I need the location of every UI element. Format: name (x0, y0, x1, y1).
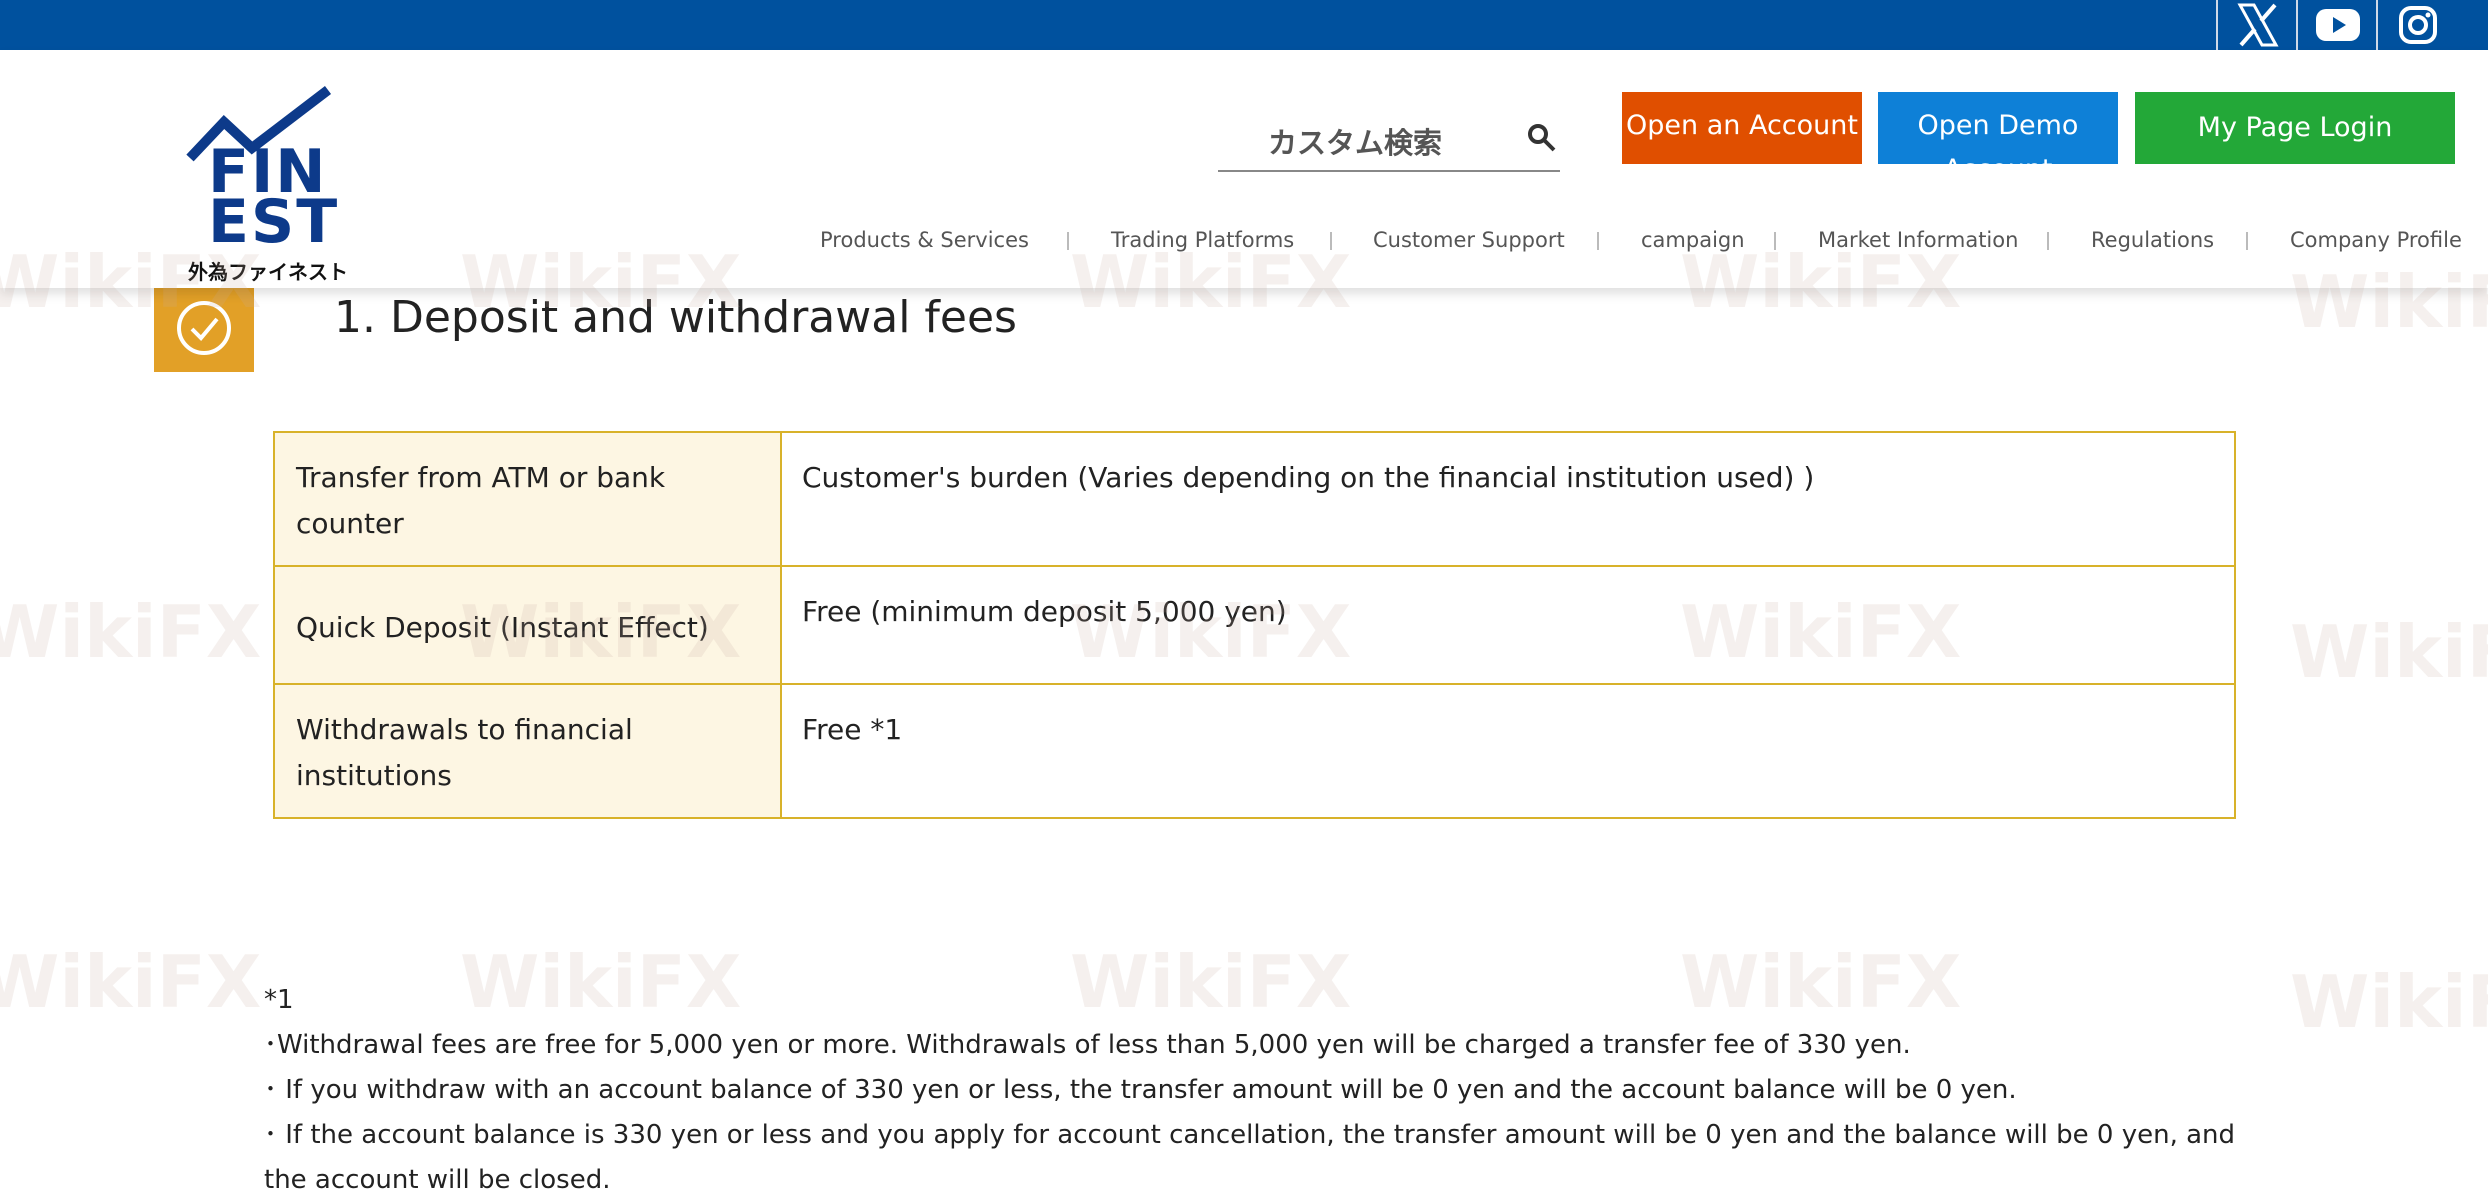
open-account-button[interactable]: Open an Account (1622, 92, 1862, 164)
watermark: WikiFX (0, 590, 262, 674)
watermark: WikiFX (2290, 610, 2488, 694)
main-nav: Products & Services Trading Platforms Cu… (0, 228, 2488, 268)
fee-notes: *1 ･Withdrawal fees are free for 5,000 y… (264, 978, 2284, 1203)
note-line: ･ If you withdraw with an account balanc… (264, 1075, 2017, 1105)
nav-company-profile[interactable]: Company Profile (2290, 228, 2462, 252)
table-row: Transfer from ATM or bank counter Custom… (273, 431, 2236, 567)
section-title: 1. Deposit and withdrawal fees (334, 292, 1017, 343)
note-line: ･ If the account balance is 330 yen or l… (264, 1120, 2236, 1195)
my-page-login-button[interactable]: My Page Login (2135, 92, 2455, 164)
nav-campaign[interactable]: campaign (1641, 228, 1745, 252)
youtube-link[interactable] (2296, 0, 2378, 50)
fee-label: Withdrawals to financial institutions (273, 683, 782, 819)
nav-trading-platforms[interactable]: Trading Platforms (1111, 228, 1294, 252)
watermark: WikiFX (0, 940, 262, 1024)
site-header: FIN EST 外為ファイネスト カスタム検索 Open an Account … (0, 50, 2488, 288)
nav-divider (1597, 232, 1599, 250)
nav-market-information[interactable]: Market Information (1818, 228, 2018, 252)
x-link[interactable] (2216, 0, 2298, 50)
nav-regulations[interactable]: Regulations (2091, 228, 2214, 252)
search-icon[interactable] (1526, 122, 1558, 154)
fee-label: Quick Deposit (Instant Effect) (273, 565, 782, 685)
open-demo-account-button[interactable]: Open Demo Account (1878, 92, 2118, 164)
fee-table: Transfer from ATM or bank counter Custom… (273, 431, 2236, 819)
table-row: Withdrawals to financial institutions Fr… (273, 683, 2236, 819)
fee-value: Free (minimum deposit 5,000 yen) (780, 565, 2236, 685)
watermark: WikiFX (2290, 960, 2488, 1044)
x-icon (2237, 3, 2279, 47)
nav-divider (1774, 232, 1776, 250)
youtube-icon (2316, 9, 2360, 41)
search-box[interactable]: カスタム検索 (1218, 110, 1560, 172)
instagram-link[interactable] (2376, 0, 2458, 50)
check-circle-icon (177, 301, 231, 355)
nav-divider (1067, 232, 1069, 250)
instagram-icon (2399, 6, 2437, 44)
nav-products-services[interactable]: Products & Services (820, 228, 1029, 252)
fee-value: Customer's burden (Varies depending on t… (780, 431, 2236, 567)
top-bar (0, 0, 2488, 50)
nav-divider (2246, 232, 2248, 250)
nav-customer-support[interactable]: Customer Support (1373, 228, 1565, 252)
table-row: Quick Deposit (Instant Effect) Free (min… (273, 565, 2236, 685)
nav-divider (2047, 232, 2049, 250)
note-line: ･Withdrawal fees are free for 5,000 yen … (264, 1030, 1911, 1060)
note-marker: *1 (264, 985, 294, 1015)
search-input[interactable]: カスタム検索 (1268, 120, 1442, 162)
fee-label: Transfer from ATM or bank counter (273, 431, 782, 567)
fee-value: Free *1 (780, 683, 2236, 819)
nav-divider (1330, 232, 1332, 250)
